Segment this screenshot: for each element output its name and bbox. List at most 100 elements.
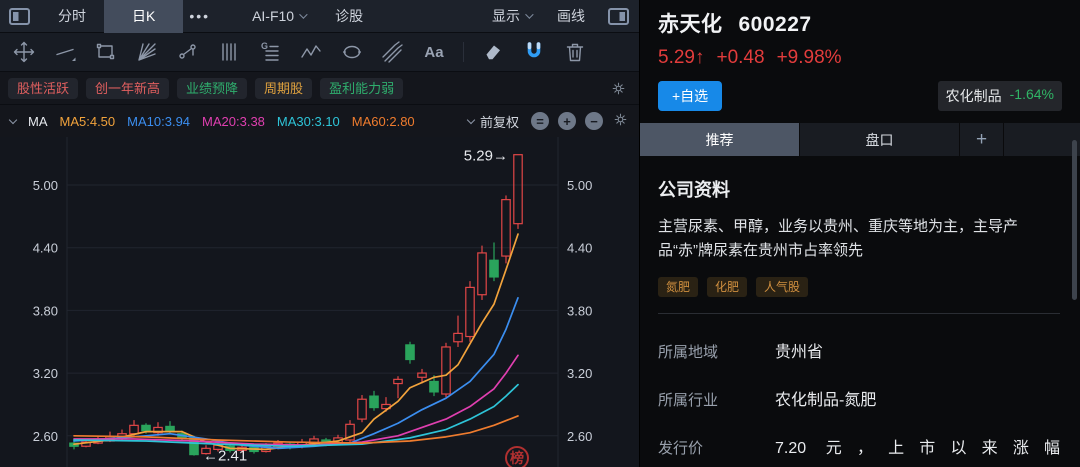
ma-indicator-bar: MA MA5:4.50 MA10:3.94 MA20:3.38 MA30:3.1… (0, 105, 639, 137)
chart-panel: 分时 日K ••• AI-F10 诊股 显示 画线 G Aa 股性活跃 创一年新… (0, 0, 640, 467)
tab-recommend[interactable]: 推荐 (640, 123, 800, 156)
tab-minute-chart[interactable]: 分时 (52, 0, 92, 33)
zoom-reset-button[interactable]: = (531, 112, 549, 130)
vertical-lines-tool-icon[interactable] (217, 40, 241, 64)
section-divider (658, 312, 1060, 314)
svg-text:←2.41: ←2.41 (203, 448, 247, 465)
industry-badge[interactable]: 农化制品 -1.64% (937, 81, 1062, 111)
gann-fan-tool-icon[interactable] (135, 40, 159, 64)
section-title: 公司资料 (658, 180, 730, 200)
stock-tag[interactable]: 盈利能力弱 (320, 77, 404, 99)
more-periods-button[interactable]: ••• (183, 0, 216, 33)
company-tag[interactable]: 人气股 (756, 276, 809, 297)
info-label: 发行价 (658, 439, 704, 457)
gann-lines-tool-icon[interactable]: G (258, 40, 282, 64)
svg-text:榜: 榜 (510, 450, 524, 466)
info-label: 所属行业 (658, 391, 719, 409)
chevron-down-icon (525, 10, 534, 19)
stock-tag[interactable]: 业绩预降 (177, 77, 248, 99)
ma10-value: MA10:3.94 (127, 113, 191, 129)
stock-name: 赤天化 (658, 13, 723, 36)
info-row-region: 所属地域 贵州省 (658, 338, 1060, 362)
svg-text:4.40: 4.40 (567, 241, 592, 256)
toolbar-divider (463, 42, 464, 62)
svg-text:5.00: 5.00 (33, 178, 58, 193)
chart-settings-gear-icon[interactable] (612, 111, 629, 131)
draw-line-button[interactable]: 画线 (551, 0, 591, 33)
display-dropdown[interactable]: 显示 (486, 0, 537, 33)
stock-app-window: 分时 日K ••• AI-F10 诊股 显示 画线 G Aa 股性活跃 创一年新… (0, 0, 1080, 467)
stock-header: 赤天化 600227 5.29↑ +0.48 +9.98% +自选 农化制品 -… (640, 0, 1080, 111)
stock-tag[interactable]: 创一年新高 (86, 77, 170, 99)
price-change: +0.48 (716, 47, 765, 68)
chevron-down-icon (299, 10, 308, 19)
svg-text:2.60: 2.60 (567, 429, 592, 444)
info-label: 所属地域 (658, 343, 719, 361)
trash-icon[interactable] (563, 40, 587, 64)
zoom-out-button[interactable]: − (585, 112, 603, 130)
svg-text:3.20: 3.20 (33, 366, 58, 381)
chart-top-toolbar: 分时 日K ••• AI-F10 诊股 显示 画线 (0, 0, 639, 33)
stock-tag[interactable]: 周期股 (255, 77, 313, 99)
eraser-tool-icon[interactable] (481, 40, 505, 64)
svg-text:3.80: 3.80 (33, 303, 58, 318)
toggle-right-panel-icon[interactable] (607, 7, 629, 25)
price-adjust-dropdown[interactable]: 前复权 (466, 112, 519, 131)
company-tags: 氮肥 化肥 人气股 (658, 276, 1060, 297)
add-tab-button[interactable]: + (960, 123, 1004, 156)
ellipse-tool-icon[interactable] (340, 40, 364, 64)
candlestick-chart[interactable]: 5.00 5.00 4.40 4.40 3.80 3.80 3.20 3.20 2.60 2.60… (0, 137, 640, 467)
issue-price-value: 7.20 元，上市以来涨幅 (775, 439, 1060, 457)
pitchfork-tool-icon[interactable] (381, 40, 405, 64)
ma5-value: MA5:4.50 (59, 113, 116, 129)
svg-text:4.40: 4.40 (33, 241, 58, 256)
company-tag[interactable]: 化肥 (707, 276, 748, 297)
magnet-tool-icon[interactable] (522, 40, 546, 64)
info-value: 农化制品-氮肥 (775, 391, 877, 409)
svg-text:3.80: 3.80 (567, 303, 592, 318)
svg-text:3.20: 3.20 (567, 366, 592, 381)
collapse-chevron-icon[interactable] (8, 115, 18, 124)
chevron-down-icon (466, 115, 476, 124)
right-panel-tabs: 推荐 盘口 + (640, 123, 1080, 156)
ma20-value: MA20:3.38 (202, 113, 265, 129)
rectangle-tool-icon[interactable] (94, 40, 118, 64)
drawing-toolbar: G Aa (0, 33, 639, 72)
ma-group-label[interactable]: MA (28, 114, 48, 129)
zoom-in-button[interactable]: + (558, 112, 576, 130)
info-row-issue-price: 发行价 7.20 元，上市以来涨幅 +290.40% (658, 434, 1060, 467)
move-cursor-icon[interactable] (12, 40, 36, 64)
svg-text:2.60: 2.60 (33, 429, 58, 444)
tags-settings-gear-icon[interactable] (610, 80, 627, 102)
toggle-left-panel-icon[interactable] (8, 7, 30, 25)
ma30-value: MA30:3.10 (276, 113, 340, 129)
scrollbar-thumb[interactable] (1072, 140, 1077, 300)
company-description: 主营尿素、甲醇，业务以贵州、重庆等地为主，主导产品“赤”牌尿素在贵州市占率领先 (658, 218, 1019, 260)
industry-name: 农化制品 (945, 88, 1002, 104)
trend-line-tool-icon[interactable] (53, 40, 77, 64)
ai-f10-dropdown[interactable]: AI-F10 (246, 0, 311, 33)
company-info-section: 公司资料 主营尿素、甲醇，业务以贵州、重庆等地为主，主导产品“赤”牌尿素在贵州市… (640, 156, 1080, 467)
tab-order-book[interactable]: 盘口 (800, 123, 960, 156)
info-value: 贵州省 (775, 343, 824, 361)
svg-text:G: G (261, 41, 268, 51)
stock-code: 600227 (738, 13, 812, 36)
ma60-value: MA60:2.80 (351, 113, 415, 129)
tab-daily-k[interactable]: 日K (104, 0, 184, 33)
current-price: 5.29↑ (658, 47, 705, 68)
info-row-industry: 所属行业 农化制品-氮肥 (658, 386, 1060, 410)
industry-change: -1.64% (1009, 86, 1054, 102)
stock-info-panel: 赤天化 600227 5.29↑ +0.48 +9.98% +自选 农化制品 -… (640, 0, 1080, 467)
svg-text:5.00: 5.00 (567, 178, 592, 193)
stock-tag[interactable]: 股性活跃 (8, 77, 79, 99)
segment-tool-icon[interactable] (176, 40, 200, 64)
tabbar-filler (1004, 123, 1080, 156)
text-tool-icon[interactable]: Aa (422, 40, 446, 64)
add-watchlist-button[interactable]: +自选 (658, 81, 723, 111)
stock-tags-row: 股性活跃 创一年新高 业绩预降 周期股 盈利能力弱 (0, 72, 639, 105)
chart-area: 5.00 5.00 4.40 4.40 3.80 3.80 3.20 3.20 2.60 2.60… (0, 137, 639, 467)
price-change-pct: +9.98% (776, 47, 842, 68)
company-tag[interactable]: 氮肥 (658, 276, 699, 297)
diagnose-stock-button[interactable]: 诊股 (329, 0, 369, 33)
zigzag-tool-icon[interactable] (299, 40, 323, 64)
